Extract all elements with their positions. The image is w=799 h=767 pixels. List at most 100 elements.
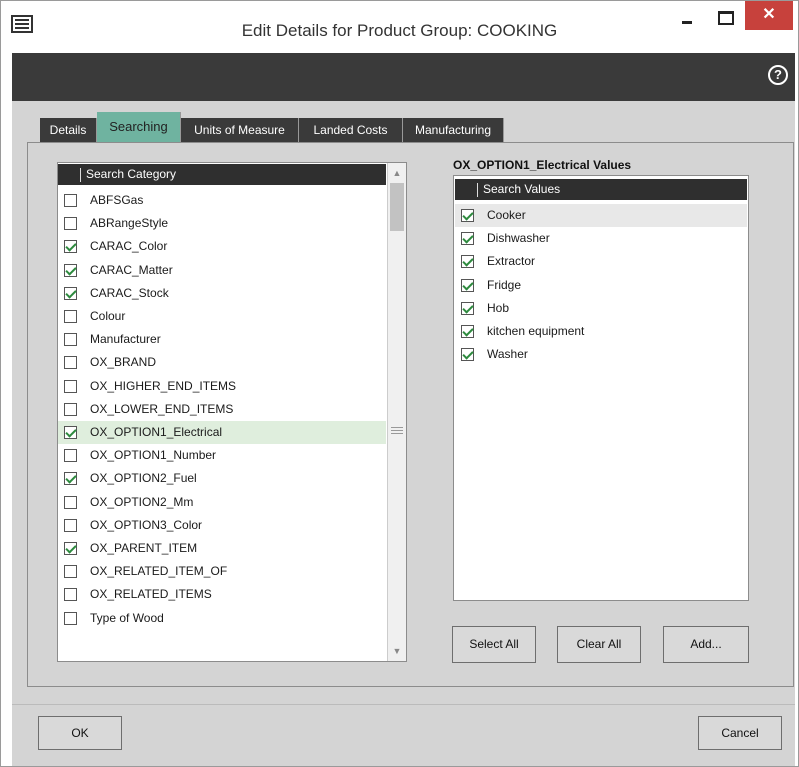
list-item-label: kitchen equipment: [487, 324, 585, 338]
unchecked-checkbox[interactable]: [64, 611, 77, 625]
tab-landed-costs[interactable]: Landed Costs: [299, 118, 403, 142]
checked-checkbox[interactable]: [64, 426, 77, 439]
list-item[interactable]: OX_BRAND: [58, 351, 386, 374]
checked-checkbox[interactable]: [461, 278, 474, 292]
checked-checkbox[interactable]: [461, 232, 474, 246]
list-item-label: Dishwasher: [487, 231, 550, 246]
list-item[interactable]: Manufacturer: [58, 328, 386, 351]
values-panel-title: OX_OPTION1_Electrical Values: [453, 158, 632, 172]
unchecked-checkbox[interactable]: [64, 194, 77, 207]
list-item[interactable]: OX_OPTION2_Mm: [58, 491, 386, 514]
list-item-label: OX_RELATED_ITEM_OF: [90, 564, 228, 579]
select-all-button[interactable]: Select All: [452, 626, 536, 663]
checked-checkbox[interactable]: [461, 301, 474, 315]
checked-checkbox[interactable]: [461, 348, 474, 362]
tab-details[interactable]: Details: [40, 118, 97, 142]
title-bar[interactable]: Edit Details for Product Group: COOKING …: [1, 1, 798, 53]
checked-checkbox[interactable]: [461, 209, 474, 222]
list-item[interactable]: Type of Wood: [58, 607, 386, 630]
list-item[interactable]: OX_RELATED_ITEMS: [58, 583, 386, 606]
minimize-icon[interactable]: [676, 9, 700, 33]
dialog-footer: [12, 704, 795, 766]
list-item-label: Colour: [90, 309, 126, 323]
list-item[interactable]: CARAC_Stock: [58, 282, 386, 305]
unchecked-checkbox[interactable]: [64, 217, 77, 231]
list-item-label: Hob: [487, 300, 510, 315]
list-item-label: CARAC_Stock: [90, 285, 169, 300]
edit-product-group-dialog: Edit Details for Product Group: COOKING …: [0, 0, 799, 767]
tab-units-of-measure[interactable]: Units of Measure: [181, 118, 299, 142]
list-item-label: OX_BRAND: [90, 355, 157, 370]
list-item[interactable]: OX_OPTION2_Fuel: [58, 467, 386, 490]
list-item[interactable]: Hob: [455, 297, 747, 320]
category-scrollbar[interactable]: ▲ ▼: [387, 163, 406, 661]
list-item[interactable]: Washer: [455, 343, 747, 366]
close-icon[interactable]: ✕: [745, 1, 793, 30]
checked-checkbox[interactable]: [64, 286, 77, 300]
unchecked-checkbox[interactable]: [64, 588, 77, 602]
list-item[interactable]: OX_LOWER_END_ITEMS: [58, 398, 386, 421]
list-item[interactable]: OX_OPTION1_Number: [58, 444, 386, 467]
clear-all-button[interactable]: Clear All: [557, 626, 641, 663]
list-item-label: OX_OPTION1_Number: [90, 448, 217, 463]
list-item[interactable]: OX_PARENT_ITEM: [58, 537, 386, 560]
unchecked-checkbox[interactable]: [64, 379, 77, 393]
unchecked-checkbox[interactable]: [64, 495, 77, 509]
list-item[interactable]: kitchen equipment: [455, 320, 747, 343]
header-bar: [12, 53, 795, 101]
unchecked-checkbox[interactable]: [64, 333, 77, 347]
checked-checkbox[interactable]: [461, 255, 474, 269]
search-values-list[interactable]: Search Values Cooker Dishwasher Extractor F…: [453, 175, 749, 601]
unchecked-checkbox[interactable]: [64, 356, 77, 370]
unchecked-checkbox[interactable]: [64, 565, 77, 579]
search-category-list[interactable]: Search Category ▲ ▼ ABFSGas ABRangeStyle C…: [57, 162, 407, 662]
unchecked-checkbox[interactable]: [64, 518, 77, 532]
checked-checkbox[interactable]: [64, 263, 77, 277]
unchecked-checkbox[interactable]: [64, 402, 77, 416]
checked-checkbox[interactable]: [461, 325, 474, 338]
checked-checkbox[interactable]: [64, 472, 77, 486]
list-item-label: OX_OPTION1_Electrical: [90, 425, 223, 439]
search-values-header[interactable]: Search Values: [455, 179, 747, 200]
maximize-icon[interactable]: [713, 5, 737, 29]
search-category-header[interactable]: Search Category: [58, 164, 386, 185]
list-item[interactable]: OX_HIGHER_END_ITEMS: [58, 375, 386, 398]
list-item-label: CARAC_Matter: [90, 262, 173, 277]
list-item[interactable]: Colour: [58, 305, 386, 328]
list-item[interactable]: Fridge: [455, 274, 747, 297]
unchecked-checkbox[interactable]: [64, 310, 77, 323]
list-item[interactable]: OX_OPTION3_Color: [58, 514, 386, 537]
list-item[interactable]: CARAC_Color: [58, 235, 386, 258]
scrollbar-grip-icon: [391, 427, 403, 434]
list-item[interactable]: ABRangeStyle: [58, 212, 386, 235]
list-item[interactable]: Extractor: [455, 250, 747, 273]
list-item-label: OX_LOWER_END_ITEMS: [90, 401, 234, 416]
unchecked-checkbox[interactable]: [64, 449, 77, 463]
ok-button[interactable]: OK: [38, 716, 122, 750]
list-item-label: ABRangeStyle: [90, 216, 169, 231]
list-item-label: CARAC_Color: [90, 239, 168, 254]
list-item-label: OX_HIGHER_END_ITEMS: [90, 378, 237, 393]
tab-manufacturing[interactable]: Manufacturing: [403, 118, 504, 142]
cancel-button[interactable]: Cancel: [698, 716, 782, 750]
list-item[interactable]: Cooker: [455, 204, 747, 227]
checked-checkbox[interactable]: [64, 542, 77, 555]
scroll-down-icon[interactable]: ▼: [388, 643, 406, 660]
add-button[interactable]: Add...: [663, 626, 749, 663]
search-category-header-label: Search Category: [86, 167, 177, 181]
tab-searching[interactable]: Searching: [97, 112, 181, 142]
list-item[interactable]: Dishwasher: [455, 227, 747, 250]
list-item[interactable]: CARAC_Matter: [58, 259, 386, 282]
column-separator: [477, 183, 478, 197]
list-item-label: Cooker: [487, 208, 526, 222]
list-item[interactable]: OX_RELATED_ITEM_OF: [58, 560, 386, 583]
help-icon[interactable]: ?: [768, 65, 788, 85]
list-item-label: OX_OPTION2_Fuel: [90, 471, 197, 486]
scroll-up-icon[interactable]: ▲: [388, 165, 406, 182]
checked-checkbox[interactable]: [64, 240, 77, 254]
list-item[interactable]: OX_OPTION1_Electrical: [58, 421, 386, 444]
list-item-label: Extractor: [487, 254, 536, 269]
list-item[interactable]: ABFSGas: [58, 189, 386, 212]
scrollbar-thumb[interactable]: [390, 183, 404, 231]
column-separator: [80, 168, 81, 182]
